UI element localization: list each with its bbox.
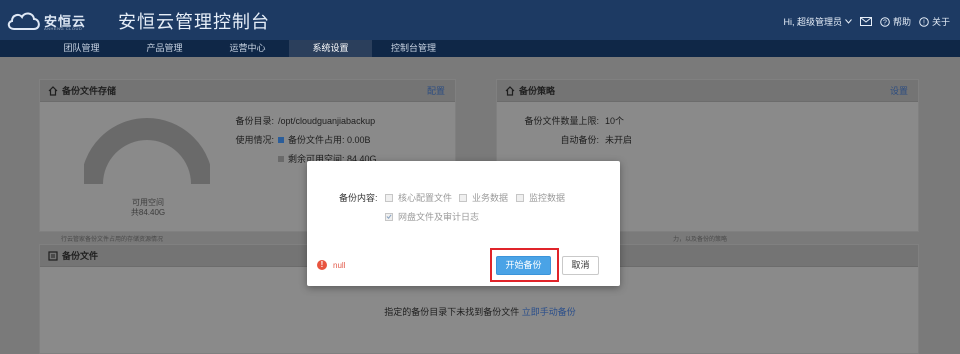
panel-header: 备份策略 设置 [497,80,918,102]
manual-backup-link[interactable]: 立即手动备份 [522,307,576,317]
start-backup-button[interactable]: 开始备份 [496,256,551,275]
error-icon: ! [317,260,327,270]
panel-header: 备份文件存储 配置 [40,80,455,102]
used-legend-marker [278,136,284,143]
backup-dialog: 备份内容: 核心配置文件 业务数据 监控数据 网盘文件及审计日志 ! null … [307,161,620,286]
header-actions: Hi, 超级管理员 ? 帮助 ! 关于 [783,15,950,28]
nav-tab[interactable]: 产品管理 [123,40,206,57]
storage-gauge [84,118,210,185]
checkmark-icon [386,214,392,219]
auto-backup-key: 自动备份: [560,135,599,145]
nav-tab[interactable]: 系统设置 [289,40,372,57]
info-icon: ! [919,16,929,27]
app-title: 安恒云管理控制台 [118,12,270,32]
svg-text:?: ? [883,19,887,26]
checkbox-box [516,193,524,202]
nav-tab[interactable]: 运营中心 [206,40,289,57]
max-files-key: 备份文件数量上限: [524,116,599,126]
checkbox-box [385,212,393,221]
checkbox-label: 网盘文件及审计日志 [398,212,480,222]
panel-title: 备份策略 [519,86,556,96]
empty-text: 指定的备份目录下未找到备份文件 [384,307,520,317]
used-label: 备份文件占用: 0.00B [288,135,371,145]
config-link[interactable]: 配置 [427,84,445,97]
storage-footnote: 行云管家备份文件占用的存储资源情况 [61,237,164,243]
dir-key: 备份目录: [235,116,274,126]
dir-value: /opt/cloudguanjiabackup [278,115,376,126]
gauge-total: 共84.40G [130,208,166,217]
auto-backup-row: 自动备份: 未开启 [519,133,632,146]
cancel-button[interactable]: 取消 [562,256,599,275]
max-files-row: 备份文件数量上限: 10个 [519,114,624,127]
error-text: null [333,260,346,270]
help-button[interactable]: ? 帮助 [880,15,911,28]
policy-footnote: 力，以及备份的策略 [673,237,728,243]
main-nav: 团队管理 产品管理 运营中心 系统设置 控制台管理 [0,40,960,57]
help-label: 帮助 [892,17,911,27]
svg-text:!: ! [923,19,925,26]
logo[interactable]: 安恒云 ANHENG CLOUD [6,8,88,34]
checkbox-label: 核心配置文件 [398,193,453,203]
checkbox-label: 监控数据 [529,193,566,203]
home-icon [48,85,58,96]
usage-row: 使用情况: 备份文件占用: 0.00B [220,133,371,146]
file-icon [48,250,58,261]
logo-subtext: ANHENG CLOUD [44,26,83,31]
cloud-logo-icon [7,12,40,30]
panel-title: 备份文件 [62,251,99,261]
user-greeting: Hi, 超级管理员 [783,17,842,27]
home-icon [505,85,515,96]
panel-title: 备份文件存储 [62,86,117,96]
backup-dir-row: 备份目录: /opt/cloudguanjiabackup [220,114,375,127]
chevron-down-icon [845,19,852,24]
nav-tab[interactable]: 控制台管理 [372,40,455,57]
error-message: ! null [317,260,345,270]
max-files-value: 10个 [605,116,625,126]
checkbox-monitor-data[interactable]: 监控数据 [516,191,565,204]
backup-content-label: 备份内容: [339,193,378,203]
user-menu[interactable]: Hi, 超级管理员 [783,15,852,28]
checkbox-netdisk-audit[interactable]: 网盘文件及审计日志 [385,210,479,223]
nav-tabs: 团队管理 产品管理 运营中心 系统设置 控制台管理 [40,40,455,57]
checkbox-business-data[interactable]: 业务数据 [459,191,508,204]
free-legend-marker [278,155,284,162]
usage-key: 使用情况: [235,135,274,145]
help-icon: ? [880,16,890,27]
gauge-caption: 可用空间 [132,198,164,207]
gauge-label: 可用空间 共84.40G [120,198,176,218]
auto-backup-value: 未开启 [605,135,633,145]
empty-state: 指定的备份目录下未找到备份文件 立即手动备份 [40,305,920,318]
checkbox-label: 业务数据 [472,193,509,203]
about-button[interactable]: ! 关于 [919,15,950,28]
mail-icon [859,17,872,26]
top-header: 安恒云 ANHENG CLOUD 安恒云管理控制台 Hi, 超级管理员 ? 帮助… [0,0,960,40]
mail-button[interactable] [859,17,872,26]
nav-tab[interactable]: 团队管理 [40,40,123,57]
checkbox-box [385,193,393,202]
settings-link[interactable]: 设置 [890,84,908,97]
checkbox-core-config[interactable]: 核心配置文件 [385,191,452,204]
about-label: 关于 [931,17,950,27]
checkbox-box [459,193,467,202]
